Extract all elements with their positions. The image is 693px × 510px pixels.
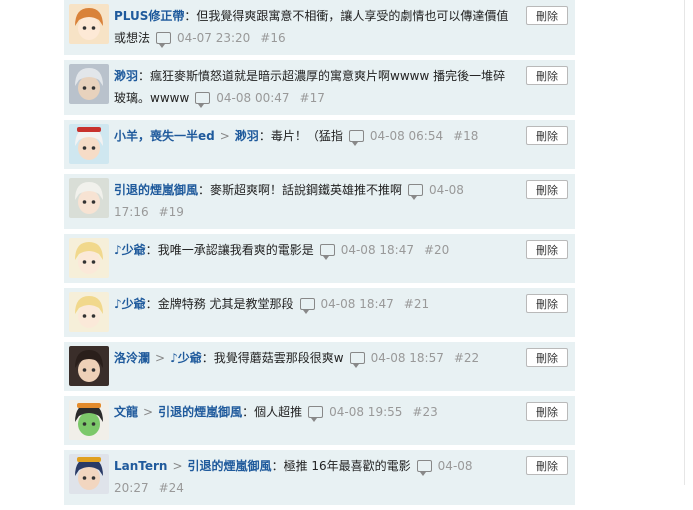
reply-bubble-icon[interactable] xyxy=(416,460,432,476)
delete-button[interactable]: 刪除 xyxy=(526,180,568,199)
comment-time: 04-08 19:55 xyxy=(329,405,403,419)
avatar-anime-red-white-hair-icon[interactable] xyxy=(69,124,109,164)
comment-item: ♪少爺：金牌特務 尤其是教堂那段 04-08 18:47 #21 刪除 xyxy=(64,288,575,342)
comment-text: 麥斯超爽啊！話說鋼鐵英雄推不推啊 xyxy=(210,183,403,197)
comment-body: LanTern > 引退的煙嵐御風：極推 16年最喜歡的電影 04-08 20:27 #… xyxy=(114,450,575,505)
scrollbar-track[interactable] xyxy=(684,0,685,485)
author-name[interactable]: 引退的煙嵐御風 xyxy=(114,183,198,197)
reply-bubble-icon[interactable] xyxy=(348,130,364,146)
avatar-anime-dark-hair-icon[interactable] xyxy=(69,346,109,386)
avatar-anime-white-hair-girl-icon[interactable] xyxy=(69,178,109,218)
floor-number[interactable]: #21 xyxy=(404,297,429,311)
comment-body: ♪少爺：金牌特務 尤其是教堂那段 04-08 18:47 #21 xyxy=(114,288,575,337)
delete-button[interactable]: 刪除 xyxy=(526,456,568,475)
comment-item: 文龍 > 引退的煙嵐御風：個人超推 04-08 19:55 #23 刪除 xyxy=(64,396,575,450)
comment-body: PLUS修正帶：但我覺得爽跟寓意不相衝，讓人享受的劇情也可以傳達價值或想法 04-… xyxy=(114,0,575,55)
floor-number[interactable]: #18 xyxy=(453,129,478,143)
avatar-anime-girl-orange-hair-icon[interactable] xyxy=(69,4,109,44)
comment-body: 渺羽：瘋狂麥斯憤怒道就是暗示超濃厚的寓意爽片啊wwww 播完後一堆碎玻璃。www… xyxy=(114,60,575,115)
comment-item: 引退的煙嵐御風：麥斯超爽啊！話說鋼鐵英雄推不推啊 04-08 17:16 #19 刪… xyxy=(64,174,575,234)
comment-item: 小羊，喪失一半ed > 渺羽：毒片！（猛指 04-08 06:54 #18 刪除 xyxy=(64,120,575,174)
author-name[interactable]: ♪少爺 xyxy=(114,243,146,257)
author-name[interactable]: PLUS修正帶 xyxy=(114,9,184,23)
floor-number[interactable]: #24 xyxy=(159,481,184,495)
author-name[interactable]: 渺羽 xyxy=(114,69,138,83)
reply-bubble-icon[interactable] xyxy=(319,244,335,260)
reply-to-name[interactable]: 引退的煙嵐御風 xyxy=(158,405,242,419)
colon: ： xyxy=(145,297,158,311)
avatar-anime-blonde-girl-icon[interactable] xyxy=(69,292,109,332)
delete-button[interactable]: 刪除 xyxy=(526,240,568,259)
colon: ： xyxy=(258,129,271,143)
comment-time: 04-08 06:54 xyxy=(369,129,444,143)
avatar-anime-captain-hat-icon[interactable] xyxy=(69,454,109,494)
reply-bubble-icon[interactable] xyxy=(349,352,365,368)
reply-to-name[interactable]: 渺羽 xyxy=(235,129,259,143)
comment-text: 個人超推 xyxy=(254,405,303,419)
comment-item: LanTern > 引退的煙嵐御風：極推 16年最喜歡的電影 04-08 20:27 #… xyxy=(64,450,575,510)
avatar-anime-cat-ears-icon[interactable] xyxy=(69,400,109,440)
comment-list: PLUS修正帶：但我覺得爽跟寓意不相衝，讓人享受的劇情也可以傳達價值或想法 04-… xyxy=(64,0,575,510)
floor-number[interactable]: #17 xyxy=(300,91,325,105)
colon: ： xyxy=(271,459,284,473)
comment-text: 我唯一承認讓我看爽的電影是 xyxy=(157,243,314,257)
comment-time: 04-08 18:57 xyxy=(370,351,444,365)
delete-button[interactable]: 刪除 xyxy=(526,6,568,25)
reply-bubble-icon[interactable] xyxy=(408,184,424,200)
comment-body: 小羊，喪失一半ed > 渺羽：毒片！（猛指 04-08 06:54 #18 xyxy=(114,120,575,169)
comment-body: 文龍 > 引退的煙嵐御風：個人超推 04-08 19:55 #23 xyxy=(114,396,575,445)
comment-text: 我覺得蘑菇雲那段很爽w xyxy=(213,351,344,365)
comment-time: 04-08 00:47 xyxy=(216,91,290,105)
comment-body: ♪少爺：我唯一承認讓我看爽的電影是 04-08 18:47 #20 xyxy=(114,234,575,283)
comment-body: 引退的煙嵐御風：麥斯超爽啊！話說鋼鐵英雄推不推啊 04-08 17:16 #19 xyxy=(114,174,575,229)
comment-item: PLUS修正帶：但我覺得爽跟寓意不相衝，讓人享受的劇情也可以傳達價值或想法 04-… xyxy=(64,0,575,60)
floor-number[interactable]: #16 xyxy=(260,31,285,45)
delete-button[interactable]: 刪除 xyxy=(526,66,568,85)
colon: ： xyxy=(201,351,214,365)
colon: ： xyxy=(138,69,151,83)
reply-arrow: > xyxy=(155,351,166,365)
reply-bubble-icon[interactable] xyxy=(156,32,172,48)
delete-button[interactable]: 刪除 xyxy=(526,348,568,367)
reply-arrow: > xyxy=(219,129,230,143)
comment-text: 金牌特務 尤其是教堂那段 xyxy=(157,297,294,311)
avatar-anime-blonde-girl-icon[interactable] xyxy=(69,238,109,278)
author-name[interactable]: ♪少爺 xyxy=(114,297,146,311)
avatar-anime-silver-hair-icon[interactable] xyxy=(69,64,109,104)
comment-item: 渺羽：瘋狂麥斯憤怒道就是暗示超濃厚的寓意爽片啊wwww 播完後一堆碎玻璃。www… xyxy=(64,60,575,120)
comment-text: 毒片！（猛指 xyxy=(270,129,343,143)
author-name[interactable]: 文龍 xyxy=(114,405,138,419)
comment-text: 極推 16年最喜歡的電影 xyxy=(283,459,411,473)
floor-number[interactable]: #19 xyxy=(159,205,184,219)
delete-button[interactable]: 刪除 xyxy=(526,126,568,145)
author-name[interactable]: 洛泠瀾 xyxy=(114,351,150,365)
comment-time: 04-08 18:47 xyxy=(320,297,394,311)
delete-button[interactable]: 刪除 xyxy=(526,402,568,421)
comment-item: ♪少爺：我唯一承認讓我看爽的電影是 04-08 18:47 #20 刪除 xyxy=(64,234,575,288)
colon: ： xyxy=(242,405,255,419)
delete-button[interactable]: 刪除 xyxy=(526,294,568,313)
author-name[interactable]: 小羊，喪失一半ed xyxy=(114,129,215,143)
comment-time: 04-07 23:20 xyxy=(177,31,251,45)
author-name[interactable]: LanTern xyxy=(114,459,167,473)
reply-bubble-icon[interactable] xyxy=(308,406,324,422)
reply-bubble-icon[interactable] xyxy=(299,298,315,314)
colon: ： xyxy=(198,183,211,197)
reply-bubble-icon[interactable] xyxy=(195,92,211,108)
reply-arrow: > xyxy=(172,459,183,473)
reply-arrow: > xyxy=(143,405,154,419)
floor-number[interactable]: #23 xyxy=(412,405,437,419)
reply-to-name[interactable]: ♪少爺 xyxy=(170,351,202,365)
comment-item: 洛泠瀾 > ♪少爺：我覺得蘑菇雲那段很爽w 04-08 18:57 #22 刪除 xyxy=(64,342,575,396)
comment-body: 洛泠瀾 > ♪少爺：我覺得蘑菇雲那段很爽w 04-08 18:57 #22 xyxy=(114,342,575,391)
colon: ： xyxy=(145,243,158,257)
reply-to-name[interactable]: 引退的煙嵐御風 xyxy=(188,459,272,473)
colon: ： xyxy=(184,9,197,23)
floor-number[interactable]: #20 xyxy=(424,243,449,257)
floor-number[interactable]: #22 xyxy=(454,351,479,365)
comment-time: 04-08 18:47 xyxy=(340,243,414,257)
